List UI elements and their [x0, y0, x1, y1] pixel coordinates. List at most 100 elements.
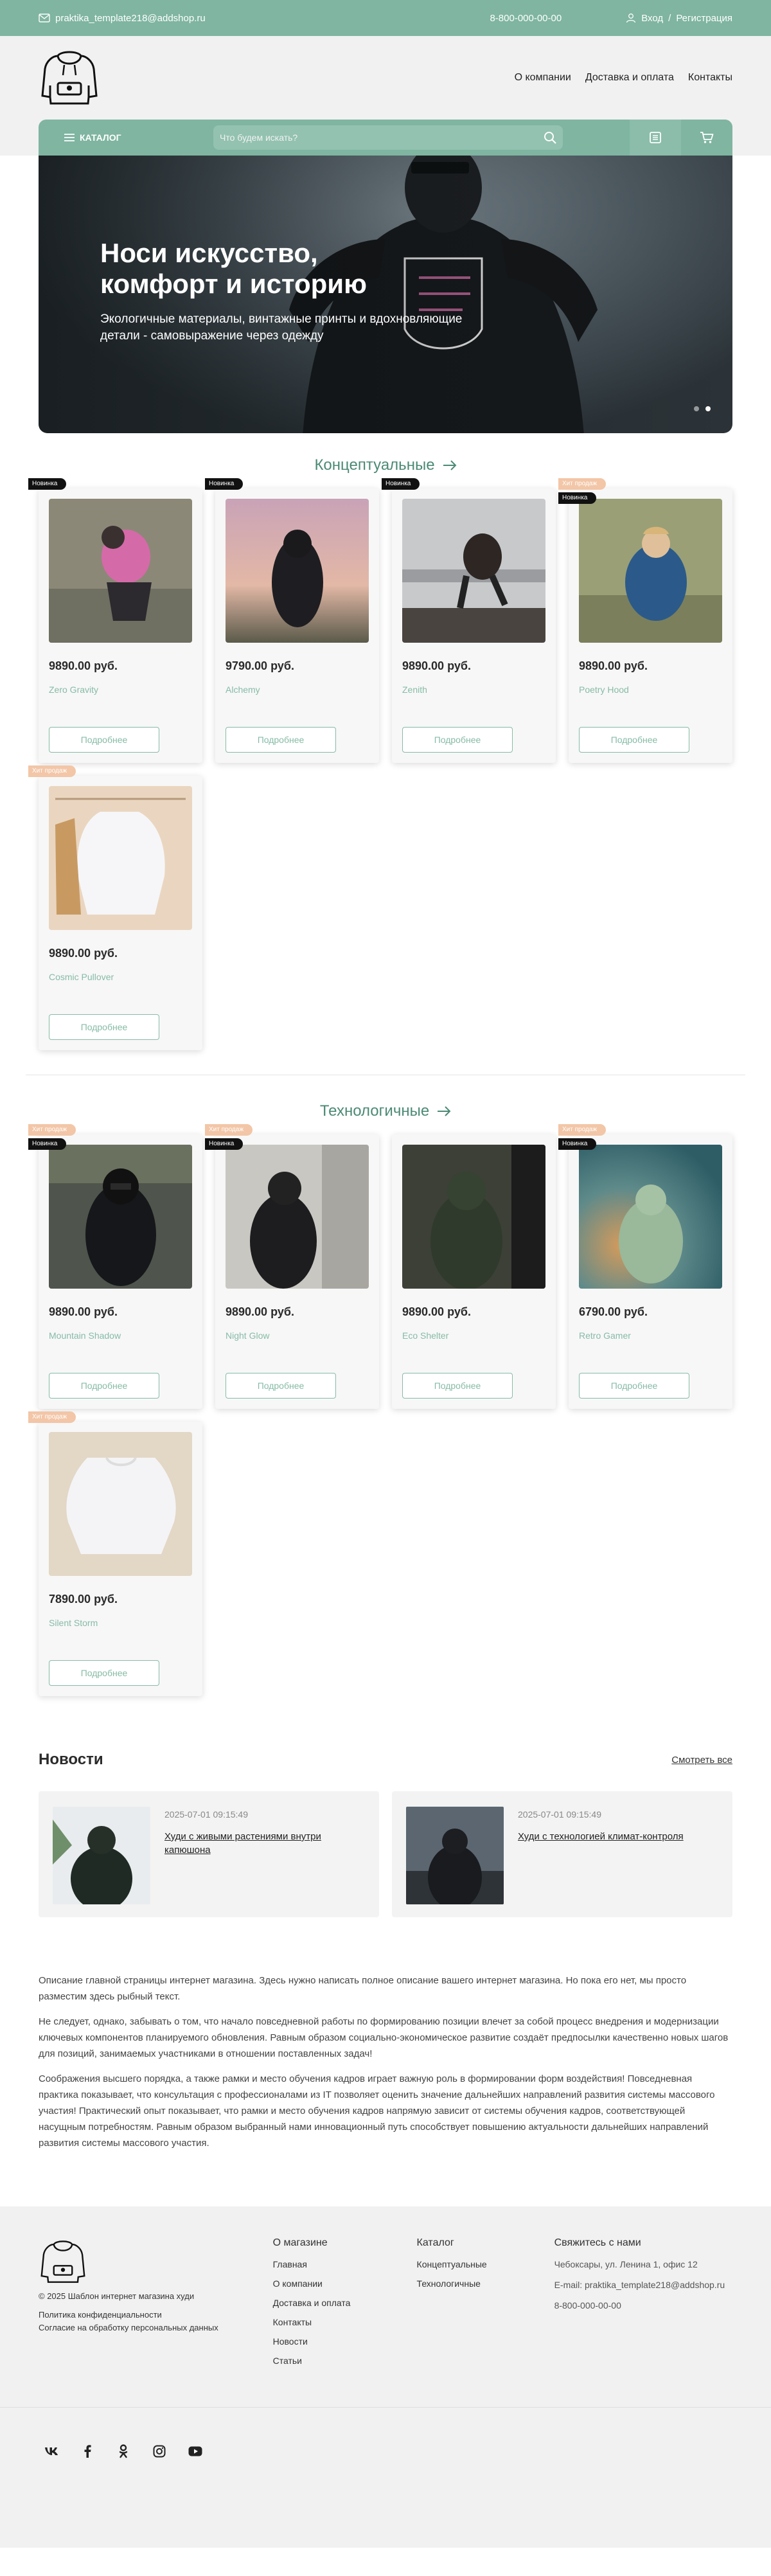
- news-header: Новости Смотреть все: [0, 1750, 771, 1769]
- footer-link-articles[interactable]: Статьи: [273, 2356, 302, 2366]
- details-button[interactable]: Подробнее: [49, 1373, 159, 1399]
- badges: Новинка: [382, 478, 420, 490]
- footer-link-news[interactable]: Новости: [273, 2336, 308, 2347]
- news-image[interactable]: [53, 1807, 150, 1904]
- footer-link-contacts[interactable]: Контакты: [273, 2317, 312, 2327]
- product-image[interactable]: [49, 1432, 192, 1576]
- youtube-icon[interactable]: [182, 2438, 208, 2464]
- store-description: Описание главной страницы интернет магаз…: [0, 1972, 771, 2151]
- search-input[interactable]: [220, 132, 515, 143]
- footer-email[interactable]: E-mail: praktika_template218@addshop.ru: [554, 2280, 732, 2290]
- instagram-icon[interactable]: [146, 2438, 172, 2464]
- product-name[interactable]: Zero Gravity: [49, 684, 192, 695]
- privacy-link[interactable]: Политика конфиденциальности: [39, 2310, 162, 2320]
- nav-delivery[interactable]: Доставка и оплата: [585, 72, 674, 84]
- product-name[interactable]: Night Glow: [226, 1330, 369, 1341]
- product-image[interactable]: [49, 499, 192, 643]
- details-button[interactable]: Подробнее: [579, 727, 689, 753]
- details-button[interactable]: Подробнее: [49, 1660, 159, 1686]
- product-name[interactable]: Poetry Hood: [579, 684, 722, 695]
- description-paragraph: Соображения высшего порядка, а также рам…: [39, 2073, 715, 2149]
- details-button[interactable]: Подробнее: [226, 1373, 336, 1399]
- product-card[interactable]: Новинка 9790.00 руб. Alchemy Подробнее: [205, 478, 379, 763]
- product-image[interactable]: [49, 786, 192, 930]
- login-link[interactable]: Вход: [641, 13, 663, 24]
- badges: Хит продаж: [28, 1411, 76, 1423]
- news-view-all-link[interactable]: Смотреть все: [671, 1755, 732, 1766]
- details-button[interactable]: Подробнее: [49, 1014, 159, 1040]
- product-image[interactable]: [402, 499, 545, 643]
- news-card[interactable]: 2025-07-01 09:15:49 Худи с живыми растен…: [39, 1791, 379, 1917]
- product-image[interactable]: [579, 1145, 722, 1289]
- catalog-button[interactable]: КАТАЛОГ: [64, 132, 213, 143]
- nav-contacts[interactable]: Контакты: [688, 72, 732, 84]
- consent-link[interactable]: Согласие на обработку персональных данны…: [39, 2323, 218, 2332]
- product-card[interactable]: Хит продаж 9890.00 руб. Cosmic Pullover …: [28, 765, 202, 1050]
- footer-phone[interactable]: 8-800-000-00-00: [554, 2300, 732, 2311]
- register-link[interactable]: Регистрация: [676, 13, 732, 24]
- product-card[interactable]: Новинка 9890.00 руб. Zero Gravity Подроб…: [28, 478, 202, 763]
- footer-link-conceptual[interactable]: Концептуальные: [417, 2259, 487, 2269]
- footer-link-tech[interactable]: Технологичные: [417, 2278, 481, 2289]
- footer-logo[interactable]: [39, 2237, 87, 2286]
- product-name[interactable]: Eco Shelter: [402, 1330, 545, 1341]
- product-name[interactable]: Silent Storm: [49, 1618, 192, 1628]
- section-title-conceptual[interactable]: Концептуальные: [0, 452, 771, 478]
- news-headline[interactable]: Худи с живыми растениями внутри капюшона: [164, 1830, 365, 1857]
- nav-about[interactable]: О компании: [515, 72, 571, 84]
- product-card[interactable]: Хит продаж Новинка 6790.00 руб. Retro Ga…: [558, 1124, 732, 1409]
- product-image[interactable]: [49, 1145, 192, 1289]
- news-card[interactable]: 2025-07-01 09:15:49 Худи с технологией к…: [392, 1791, 732, 1917]
- top-phone[interactable]: 8-800-000-00-00: [490, 13, 562, 24]
- hero-text: Носи искусство, комфорт и историю Эколог…: [100, 238, 473, 344]
- product-name[interactable]: Mountain Shadow: [49, 1330, 192, 1341]
- odnoklassniki-icon[interactable]: [111, 2438, 136, 2464]
- details-button[interactable]: Подробнее: [226, 727, 336, 753]
- product-card[interactable]: Хит продаж 7890.00 руб. Silent Storm Под…: [28, 1411, 202, 1696]
- product-card[interactable]: Хит продаж Новинка 9890.00 руб. Night Gl…: [205, 1124, 379, 1409]
- news-image[interactable]: [406, 1807, 504, 1904]
- hero-title: Носи искусство, комфорт и историю: [100, 238, 367, 299]
- product-card[interactable]: 9890.00 руб. Eco Shelter Подробнее: [392, 1134, 556, 1409]
- product-name[interactable]: Retro Gamer: [579, 1330, 722, 1341]
- compare-button[interactable]: [630, 120, 681, 156]
- badge-hit: Хит продаж: [28, 765, 76, 777]
- product-name[interactable]: Zenith: [402, 684, 545, 695]
- details-button[interactable]: Подробнее: [402, 727, 513, 753]
- login-area: Вход / Регистрация: [626, 13, 732, 24]
- footer-link-home[interactable]: Главная: [273, 2259, 307, 2269]
- product-name[interactable]: Cosmic Pullover: [49, 972, 192, 982]
- product-card[interactable]: Хит продаж Новинка 9890.00 руб. Mountain…: [28, 1124, 202, 1409]
- product-image[interactable]: [402, 1145, 545, 1289]
- product-image[interactable]: [579, 499, 722, 643]
- top-email[interactable]: praktika_template218@addshop.ru: [39, 13, 206, 24]
- badge-hit: Хит продаж: [28, 1124, 76, 1136]
- catalog-bar: КАТАЛОГ: [39, 120, 732, 156]
- details-button[interactable]: Подробнее: [579, 1373, 689, 1399]
- cart-icon: [700, 131, 714, 144]
- details-button[interactable]: Подробнее: [402, 1373, 513, 1399]
- product-price: 9890.00 руб.: [49, 947, 118, 960]
- footer-link-about[interactable]: О компании: [273, 2278, 323, 2289]
- news-headline[interactable]: Худи с технологией климат-контроля: [518, 1830, 684, 1843]
- vk-icon[interactable]: [39, 2438, 64, 2464]
- product-name[interactable]: Alchemy: [226, 684, 369, 695]
- site-logo[interactable]: [39, 47, 100, 109]
- badge-new: Новинка: [28, 478, 67, 490]
- footer-link-delivery[interactable]: Доставка и оплата: [273, 2298, 351, 2308]
- cart-button[interactable]: [681, 120, 732, 156]
- product-image[interactable]: [226, 1145, 369, 1289]
- badge-hit: Хит продаж: [558, 478, 607, 490]
- section-title-tech[interactable]: Технологичные: [0, 1098, 771, 1124]
- product-price: 9890.00 руб.: [49, 659, 118, 672]
- product-card[interactable]: Хит продаж Новинка 9890.00 руб. Poetry H…: [558, 478, 732, 763]
- product-price: 7890.00 руб.: [49, 1593, 118, 1606]
- product-card[interactable]: Новинка 9890.00 руб. Zenith Подробнее: [382, 478, 556, 763]
- search-icon[interactable]: [544, 131, 556, 144]
- facebook-icon[interactable]: [75, 2438, 100, 2464]
- slider-dot-active[interactable]: [705, 406, 711, 411]
- product-image[interactable]: [226, 499, 369, 643]
- details-button[interactable]: Подробнее: [49, 727, 159, 753]
- slider-dot[interactable]: [694, 406, 699, 411]
- badge-new: Новинка: [558, 492, 597, 504]
